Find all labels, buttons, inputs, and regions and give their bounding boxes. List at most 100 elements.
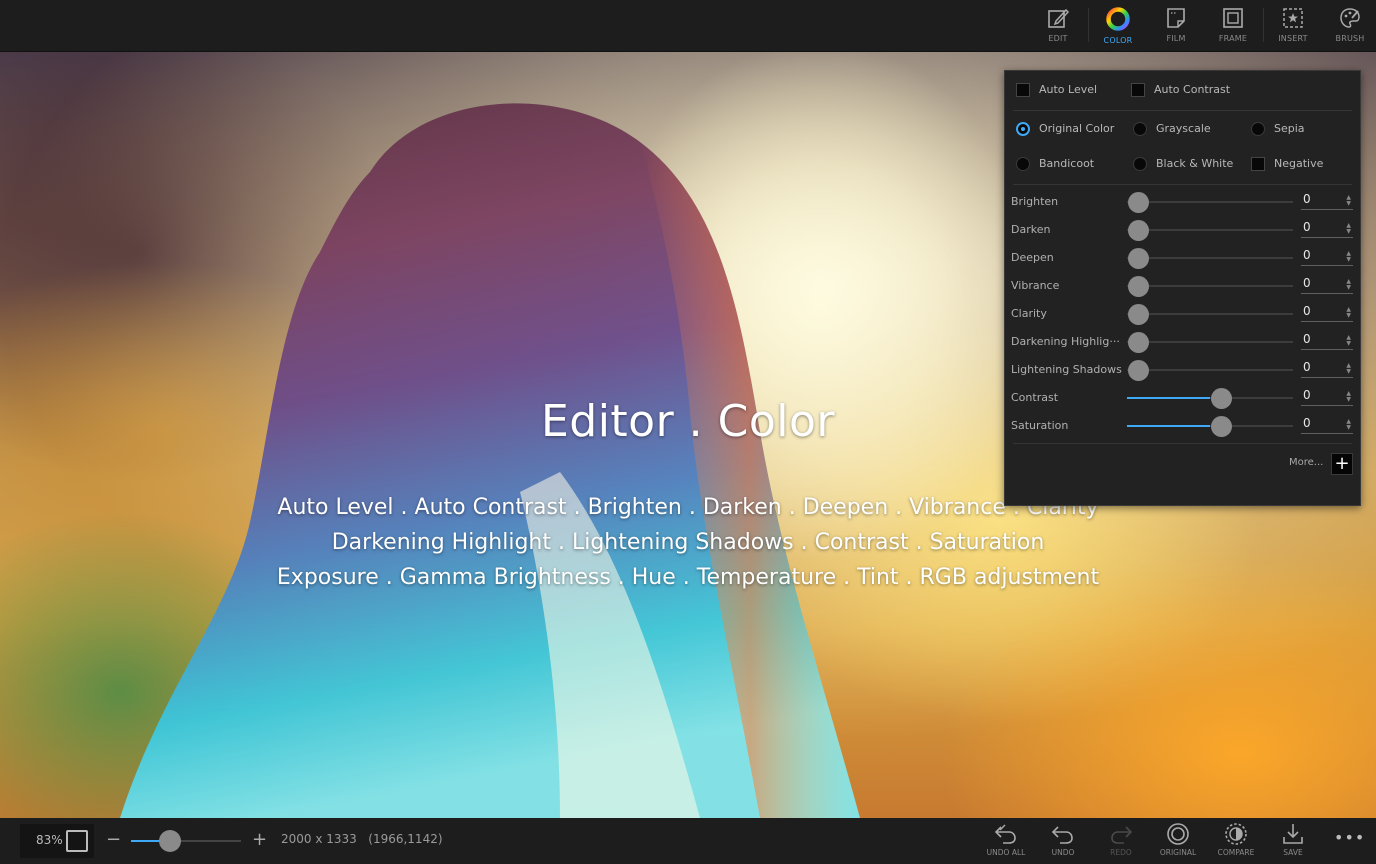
slider-row: Saturation 0 ▲ ▼	[1005, 413, 1362, 441]
spinner-arrows-icon[interactable]: ▲ ▼	[1346, 391, 1351, 403]
radio-label: Grayscale	[1156, 122, 1211, 135]
slider-value-input[interactable]: 0 ▲ ▼	[1301, 192, 1353, 210]
slider-label: Clarity	[1011, 307, 1047, 320]
slider-knob[interactable]	[1211, 416, 1232, 437]
slider-value-input[interactable]: 0 ▲ ▼	[1301, 276, 1353, 294]
slider-value: 0	[1303, 304, 1311, 318]
radio-button[interactable]	[1133, 157, 1147, 171]
panel-divider	[1013, 443, 1352, 444]
insert-icon	[1283, 8, 1303, 28]
tool-frame-label: FRAME	[1218, 34, 1248, 43]
zoom-slider-knob[interactable]	[158, 830, 181, 852]
save-button[interactable]: SAVE	[1268, 822, 1318, 862]
tool-frame[interactable]: FRAME	[1207, 6, 1259, 48]
radio-label: Black & White	[1156, 157, 1234, 170]
more-label[interactable]: More...	[1289, 457, 1323, 468]
slider-value-input[interactable]: 0 ▲ ▼	[1301, 332, 1353, 350]
tool-film[interactable]: FILM	[1150, 6, 1202, 48]
slider-value: 0	[1303, 416, 1311, 430]
original-button[interactable]: ORIGINAL	[1153, 822, 1203, 862]
slider-knob[interactable]	[1128, 304, 1149, 325]
slider-label: Lightening Shadows	[1011, 363, 1122, 376]
spinner-arrows-icon[interactable]: ▲ ▼	[1346, 363, 1351, 375]
radio-button[interactable]	[1016, 122, 1030, 136]
zoom-slider[interactable]	[131, 830, 241, 852]
slider-value-input[interactable]: 0 ▲ ▼	[1301, 304, 1353, 322]
slider-label: Brighten	[1011, 195, 1059, 208]
slider-label: Contrast	[1011, 391, 1059, 404]
slider-track[interactable]	[1127, 416, 1293, 437]
tool-color[interactable]: COLOR	[1092, 6, 1144, 48]
slider-row: Brighten 0 ▲ ▼	[1005, 189, 1362, 217]
compare-button[interactable]: COMPARE	[1211, 822, 1261, 862]
film-icon	[1167, 8, 1185, 28]
tool-edit[interactable]: EDIT	[1032, 6, 1084, 48]
spinner-arrows-icon[interactable]: ▲ ▼	[1346, 307, 1351, 319]
edit-icon	[1048, 8, 1070, 28]
slider-label: Darkening Highlig···	[1011, 335, 1120, 348]
slider-track[interactable]	[1127, 192, 1293, 213]
slider-fill	[1127, 397, 1210, 399]
slider-track[interactable]	[1127, 220, 1293, 241]
slider-knob[interactable]	[1211, 388, 1232, 409]
checkbox-box[interactable]	[1251, 157, 1265, 171]
radio-label: Original Color	[1039, 122, 1115, 135]
toolbar-divider	[1263, 8, 1264, 42]
slider-value-input[interactable]: 0 ▲ ▼	[1301, 220, 1353, 238]
slider-track[interactable]	[1127, 388, 1293, 409]
slider-row: Clarity 0 ▲ ▼	[1005, 301, 1362, 329]
slider-track[interactable]	[1127, 276, 1293, 297]
radio-label: Bandicoot	[1039, 157, 1095, 170]
slider-knob[interactable]	[1128, 192, 1149, 213]
save-icon	[1283, 824, 1303, 844]
slider-value: 0	[1303, 388, 1311, 402]
spinner-arrows-icon[interactable]: ▲ ▼	[1346, 335, 1351, 347]
radio-button[interactable]	[1133, 122, 1147, 136]
zoom-out-button[interactable]: −	[106, 829, 121, 850]
tool-edit-label: EDIT	[1048, 34, 1068, 43]
tool-brush[interactable]: BRUSH	[1324, 6, 1376, 48]
undo-all-button[interactable]: UNDO ALL	[981, 822, 1031, 862]
spinner-arrows-icon[interactable]: ▲ ▼	[1346, 223, 1351, 235]
slider-value: 0	[1303, 360, 1311, 374]
slider-knob[interactable]	[1128, 248, 1149, 269]
overlay-feature-line: Darkening Highlight . Lightening Shadows…	[331, 530, 1045, 555]
slider-value-input[interactable]: 0 ▲ ▼	[1301, 248, 1353, 266]
bottom-toolbar: 83% − + 2000 x 1333 (1966,1142) UNDO ALL…	[0, 818, 1376, 864]
undo-all-label: UNDO ALL	[986, 848, 1026, 857]
spinner-arrows-icon[interactable]: ▲ ▼	[1346, 419, 1351, 431]
spinner-arrows-icon[interactable]: ▲ ▼	[1346, 279, 1351, 291]
top-toolbar: EDIT COLOR FILM FRAME INSERT BRUSH	[0, 0, 1376, 52]
redo-button[interactable]: REDO	[1096, 822, 1146, 862]
slider-value: 0	[1303, 276, 1311, 290]
slider-value-input[interactable]: 0 ▲ ▼	[1301, 360, 1353, 378]
redo-icon	[1111, 826, 1133, 844]
slider-knob[interactable]	[1128, 220, 1149, 241]
checkbox-box[interactable]	[1131, 83, 1145, 97]
auto-level-label: Auto Level	[1039, 83, 1098, 96]
slider-value-input[interactable]: 0 ▲ ▼	[1301, 416, 1353, 434]
spinner-arrows-icon[interactable]: ▲ ▼	[1346, 195, 1351, 207]
slider-row: Darkening Highlig··· 0 ▲ ▼	[1005, 329, 1362, 357]
slider-knob[interactable]	[1128, 332, 1149, 353]
more-plus-button[interactable]: +	[1331, 453, 1353, 475]
slider-track[interactable]	[1127, 332, 1293, 353]
slider-track[interactable]	[1127, 248, 1293, 269]
slider-track[interactable]	[1127, 360, 1293, 381]
zoom-in-button[interactable]: +	[252, 829, 267, 850]
more-dots-icon[interactable]: •••	[1334, 828, 1365, 847]
slider-knob[interactable]	[1128, 360, 1149, 381]
slider-track[interactable]	[1127, 304, 1293, 325]
brush-icon	[1340, 8, 1360, 28]
slider-label: Saturation	[1011, 419, 1069, 432]
spinner-arrows-icon[interactable]: ▲ ▼	[1346, 251, 1351, 263]
radio-button[interactable]	[1016, 157, 1030, 171]
slider-value-input[interactable]: 0 ▲ ▼	[1301, 388, 1353, 406]
slider-knob[interactable]	[1128, 276, 1149, 297]
tool-insert[interactable]: INSERT	[1267, 6, 1319, 48]
slider-label: Darken	[1011, 223, 1051, 236]
radio-button[interactable]	[1251, 122, 1265, 136]
fit-screen-icon[interactable]	[66, 830, 88, 852]
undo-button[interactable]: UNDO	[1038, 822, 1088, 862]
checkbox-box[interactable]	[1016, 83, 1030, 97]
